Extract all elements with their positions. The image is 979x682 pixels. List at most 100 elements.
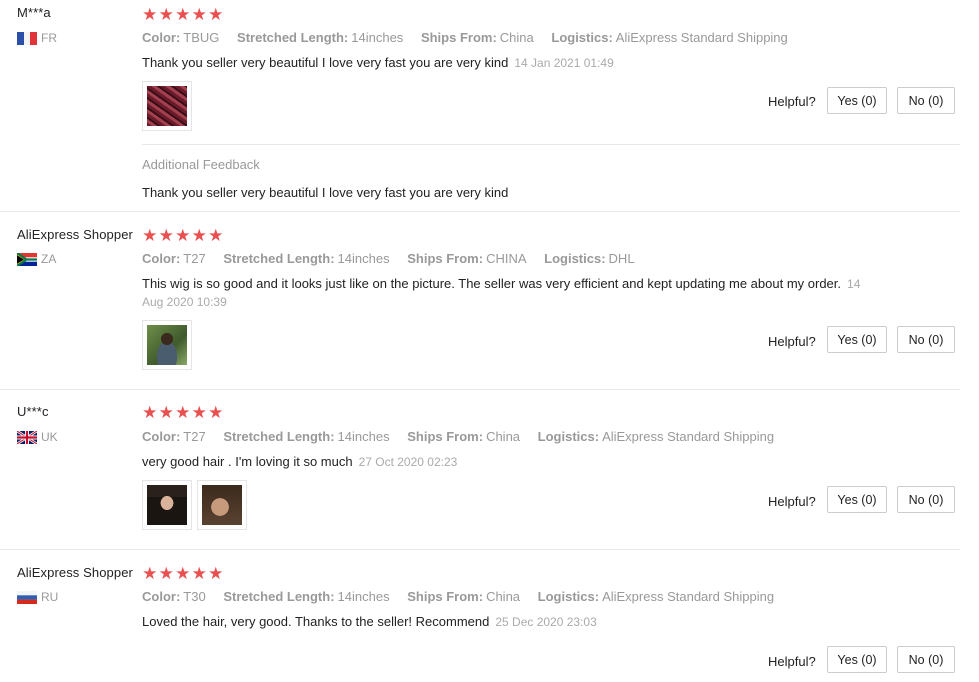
attr-key: Color: (142, 589, 181, 604)
reviewer-country: UK (17, 430, 58, 444)
star-icon: ★ (142, 226, 158, 245)
review-photo[interactable] (197, 480, 247, 530)
star-icon: ★ (142, 5, 158, 24)
country-code: FR (41, 31, 57, 45)
star-icon: ★ (142, 564, 158, 583)
product-attributes: Color: TBUG Stretched Length: 14inches Shi… (142, 30, 802, 45)
attr-value: TBUG (183, 30, 220, 45)
product-attributes: Color: T27 Stretched Length: 14inches Ship… (142, 251, 649, 266)
photo-image (202, 485, 242, 525)
attr-key: Color: (142, 251, 181, 266)
country-code: UK (41, 430, 58, 444)
attr-value: T30 (183, 589, 206, 604)
review-body: Thank you seller very beautiful I love v… (142, 55, 509, 70)
attr-key: Logistics: (537, 429, 600, 444)
review-item: AliExpress Shopper RU ★ ★ ★ ★ ★ Color: T3… (0, 550, 979, 682)
attr-value: T27 (183, 251, 206, 266)
review-time: 27 Oct 2020 02:23 (358, 455, 458, 469)
attr-key: Ships From: (407, 429, 484, 444)
star-icon: ★ (175, 5, 191, 24)
review-body: Loved the hair, very good. Thanks to the… (142, 614, 490, 629)
attr-value: CHINA (486, 251, 527, 266)
star-rating: ★ ★ ★ ★ ★ (142, 565, 224, 582)
review-time: 25 Dec 2020 23:03 (495, 615, 597, 629)
review-text: Thank you seller very beautiful I love v… (142, 54, 852, 72)
review-time: 14 Jan 2021 01:49 (514, 56, 614, 70)
attr-value: T27 (183, 429, 206, 444)
helpful-no-button[interactable]: No (0) (897, 486, 955, 513)
helpful-yes-button[interactable]: Yes (0) (827, 87, 887, 114)
star-icon: ★ (191, 226, 207, 245)
review-photo[interactable] (142, 480, 192, 530)
additional-feedback-text: Thank you seller very beautiful I love v… (142, 185, 509, 200)
additional-feedback-title: Additional Feedback (142, 157, 260, 172)
star-icon: ★ (158, 564, 174, 583)
star-icon: ★ (191, 564, 207, 583)
star-icon: ★ (158, 226, 174, 245)
star-rating: ★ ★ ★ ★ ★ (142, 404, 224, 421)
attr-value: DHL (608, 251, 635, 266)
helpful-no-button[interactable]: No (0) (897, 326, 955, 353)
review-item: AliExpress Shopper ZA ★ ★ ★ ★ ★ Color: T2… (0, 212, 979, 390)
attr-value: AliExpress Standard Shipping (602, 429, 775, 444)
helpful-label: Helpful? (768, 94, 816, 109)
flag-fr-icon (17, 31, 37, 45)
attr-key: Color: (142, 30, 181, 45)
star-icon: ★ (208, 564, 224, 583)
review-item: U***c UK ★ ★ ★ ★ ★ Color: T27 Stretched L… (0, 390, 979, 549)
review-text: Loved the hair, very good. Thanks to the… (142, 613, 852, 631)
review-body: very good hair . I'm loving it so much (142, 454, 353, 469)
attr-value: China (486, 429, 521, 444)
star-rating: ★ ★ ★ ★ ★ (142, 227, 224, 244)
star-rating: ★ ★ ★ ★ ★ (142, 6, 224, 23)
attr-key: Ships From: (407, 589, 484, 604)
star-icon: ★ (191, 5, 207, 24)
attr-key: Stretched Length: (237, 30, 349, 45)
reviewer-name: AliExpress Shopper (17, 227, 133, 242)
attr-value: China (499, 30, 534, 45)
attr-key: Logistics: (537, 589, 600, 604)
product-attributes: Color: T27 Stretched Length: 14inches Ship… (142, 429, 788, 444)
photo-image (147, 485, 187, 525)
attr-value: 14inches (337, 251, 390, 266)
helpful-yes-button[interactable]: Yes (0) (827, 486, 887, 513)
divider (142, 144, 960, 145)
star-icon: ★ (208, 5, 224, 24)
attr-key: Stretched Length: (223, 429, 335, 444)
star-icon: ★ (175, 226, 191, 245)
review-item: M***a FR ★ ★ ★ ★ ★ Color: TBUG Stretched … (0, 0, 979, 211)
attr-key: Stretched Length: (223, 589, 335, 604)
review-photo[interactable] (142, 81, 192, 131)
helpful-label: Helpful? (768, 494, 816, 509)
attr-key: Stretched Length: (223, 251, 335, 266)
attr-value: 14inches (351, 30, 404, 45)
star-icon: ★ (158, 403, 174, 422)
country-code: RU (41, 590, 59, 604)
attr-value: AliExpress Standard Shipping (602, 589, 775, 604)
reviewer-name: AliExpress Shopper (17, 565, 133, 580)
flag-ru-icon (17, 590, 37, 604)
photo-image (147, 325, 187, 365)
reviewer-country: FR (17, 31, 57, 45)
star-icon: ★ (191, 403, 207, 422)
star-icon: ★ (158, 5, 174, 24)
reviewer-country: RU (17, 590, 58, 604)
star-icon: ★ (208, 226, 224, 245)
helpful-no-button[interactable]: No (0) (897, 87, 955, 114)
attr-value: China (486, 589, 521, 604)
photo-image (147, 86, 187, 126)
helpful-yes-button[interactable]: Yes (0) (827, 326, 887, 353)
product-attributes: Color: T30 Stretched Length: 14inches Ship… (142, 589, 788, 604)
attr-key: Logistics: (544, 251, 606, 266)
attr-value: AliExpress Standard Shipping (615, 30, 788, 45)
attr-key: Logistics: (551, 30, 613, 45)
attr-value: 14inches (337, 589, 390, 604)
helpful-yes-button[interactable]: Yes (0) (827, 646, 887, 673)
helpful-no-button[interactable]: No (0) (897, 646, 955, 673)
helpful-label: Helpful? (768, 654, 816, 669)
flag-za-icon (17, 252, 37, 266)
helpful-label: Helpful? (768, 334, 816, 349)
attr-value: 14inches (337, 429, 390, 444)
review-photo[interactable] (142, 320, 192, 370)
star-icon: ★ (142, 403, 158, 422)
